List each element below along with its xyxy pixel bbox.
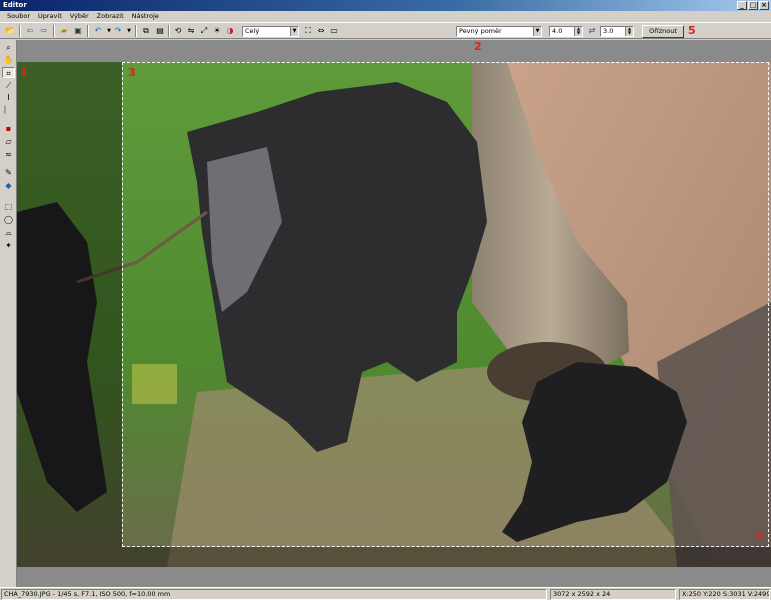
crop-selection-rectangle[interactable]: [122, 62, 769, 547]
photo[interactable]: [17, 62, 771, 567]
status-bar: CHA_7930.JPG - 1/45 s, F7.1, ISO 500, f=…: [0, 587, 771, 600]
fill-icon[interactable]: ◆: [2, 180, 15, 191]
width-icon[interactable]: ⇔: [315, 25, 327, 37]
aspect-mode-value: Pevný poměr: [459, 27, 502, 35]
crop-icon[interactable]: ⌗: [2, 67, 15, 78]
swap-ratio-icon[interactable]: ⇄: [586, 25, 598, 37]
toolbar-separator: [135, 25, 137, 37]
maximize-icon[interactable]: □: [748, 1, 758, 10]
redo-dropdown-icon[interactable]: ▼: [123, 25, 135, 37]
forward-icon[interactable]: ⇨: [38, 25, 50, 37]
toolbar-separator: [19, 25, 21, 37]
menu-file[interactable]: Soubor: [3, 11, 34, 21]
actual-size-icon[interactable]: ▭: [328, 25, 340, 37]
ratio-width-value: 4.0: [552, 27, 563, 35]
marker-5: 5: [688, 24, 696, 37]
status-coordinates: X:250 Y:220 S:3031 V:2499: [679, 589, 770, 600]
zoom-icon[interactable]: ⌕: [2, 42, 15, 53]
color-icon[interactable]: ◑: [224, 25, 236, 37]
aspect-mode-select[interactable]: Pevný poměr ▼: [456, 26, 542, 37]
editor-window: Editor _ □ × Soubor Upravit Výběr Zobraz…: [0, 0, 771, 600]
spinner-icon[interactable]: ▲ ▼: [574, 27, 582, 36]
chevron-down-icon[interactable]: ▼: [533, 27, 541, 36]
eraser-icon[interactable]: ▱: [2, 136, 15, 147]
toolbar: 📂 ⇦ ⇨ ▰ ▣ ↶ ▼ ↷ ▼ ⧉ ▤ ⟲ ⇋ ⤢ ☀ ◑ Celý ▼ ⛶…: [0, 22, 771, 39]
ratio-width-input[interactable]: 4.0 ▲ ▼: [549, 26, 583, 37]
resize-icon[interactable]: ⤢: [198, 25, 210, 37]
marker-1: 1: [20, 66, 28, 79]
tool-strip: ⌕ ✋ ⌗ ⟋ Ⅰ ⎸ ▪ ▱ ≈ ✎ ◆ ⬚ ◯ ⌓ ✦: [0, 40, 17, 587]
paste-icon[interactable]: ▤: [154, 25, 166, 37]
smudge-icon[interactable]: ≈: [2, 149, 15, 160]
zoom-select[interactable]: Celý ▼: [242, 26, 299, 37]
menu-tools[interactable]: Nástroje: [128, 11, 163, 21]
marker-2: 2: [474, 40, 482, 53]
spinner-icon[interactable]: ▲ ▼: [625, 27, 633, 36]
open-icon[interactable]: ▰: [58, 25, 70, 37]
image-canvas[interactable]: [17, 40, 771, 587]
fit-icon[interactable]: ⛶: [302, 25, 314, 37]
close-icon[interactable]: ×: [759, 1, 769, 10]
marker-3: 3: [128, 66, 136, 79]
wand-icon[interactable]: ✦: [2, 240, 15, 251]
vertical-line-icon[interactable]: ⎸: [2, 104, 15, 115]
chevron-down-icon[interactable]: ▼: [290, 27, 298, 36]
minimize-icon[interactable]: _: [737, 1, 747, 10]
back-icon[interactable]: ⇦: [24, 25, 36, 37]
marker-4: 4: [756, 530, 764, 543]
menu-view[interactable]: Zobrazit: [93, 11, 128, 21]
stamp-icon[interactable]: ▪: [2, 123, 15, 134]
ellipse-select-icon[interactable]: ◯: [2, 214, 15, 225]
crop-dim-left: [17, 62, 122, 567]
menu-bar: Soubor Upravit Výběr Zobrazit Nástroje: [0, 11, 771, 21]
toolbar-separator: [168, 25, 170, 37]
title-bar[interactable]: Editor _ □ ×: [0, 0, 771, 11]
text-icon[interactable]: Ⅰ: [2, 92, 15, 103]
brightness-icon[interactable]: ☀: [211, 25, 223, 37]
crop-button[interactable]: Oříznout: [642, 25, 684, 38]
crop-dim-bottom: [122, 547, 771, 567]
ratio-height-input[interactable]: 3.0 ▲ ▼: [600, 26, 634, 37]
toolbar-separator: [87, 25, 89, 37]
toolbar-separator: [53, 25, 55, 37]
rotate-icon[interactable]: ⟲: [172, 25, 184, 37]
brush-icon[interactable]: ✎: [2, 167, 15, 178]
flip-icon[interactable]: ⇋: [185, 25, 197, 37]
zoom-select-value: Celý: [245, 27, 260, 35]
hand-icon[interactable]: ✋: [2, 54, 15, 65]
line-icon[interactable]: ⟋: [2, 80, 15, 91]
new-icon[interactable]: 📂: [4, 25, 16, 37]
save-icon[interactable]: ▣: [72, 25, 84, 37]
window-title: Editor: [3, 1, 27, 9]
status-dimensions: 3072 x 2592 x 24: [550, 589, 676, 600]
ratio-height-value: 3.0: [603, 27, 614, 35]
lasso-icon[interactable]: ⌓: [2, 227, 15, 238]
select-icon[interactable]: ⬚: [2, 201, 15, 212]
copy-icon[interactable]: ⧉: [140, 25, 152, 37]
menu-select[interactable]: Výběr: [66, 11, 93, 21]
status-file-info: CHA_7930.JPG - 1/45 s, F7.1, ISO 500, f=…: [1, 589, 547, 600]
menu-edit[interactable]: Upravit: [34, 11, 66, 21]
